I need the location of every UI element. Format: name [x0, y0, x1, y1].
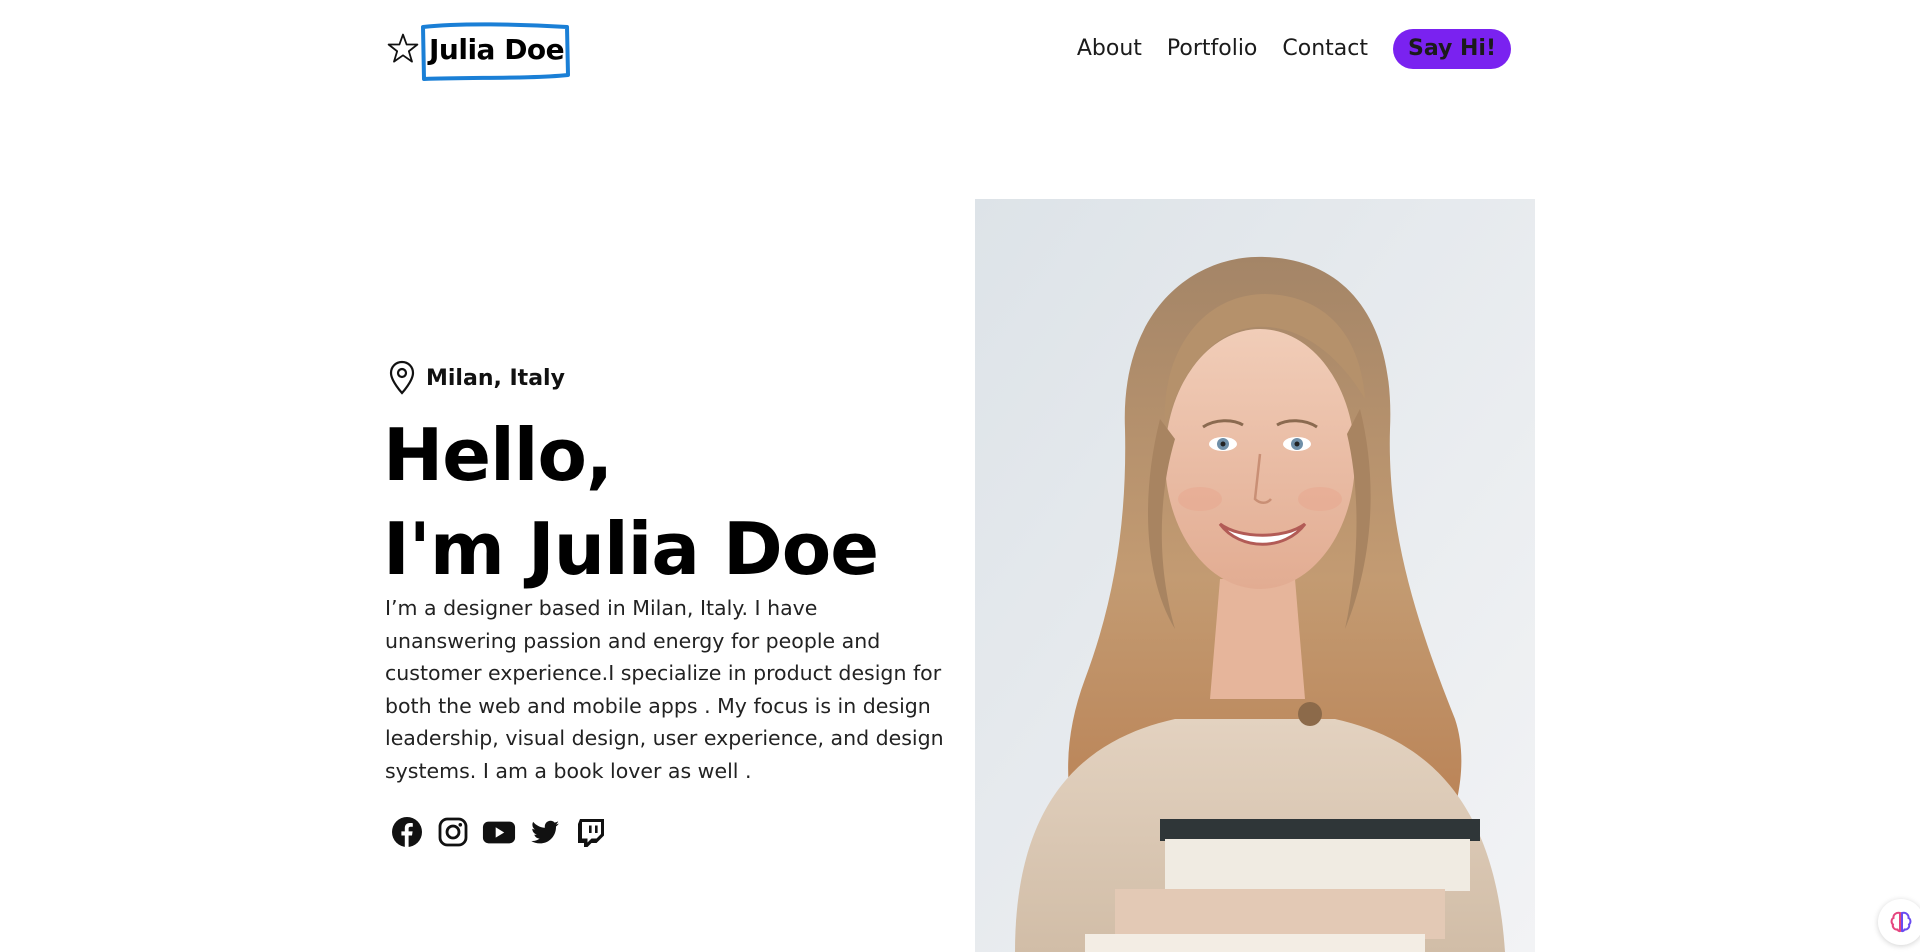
twitter-link[interactable]	[528, 815, 562, 849]
say-hi-button[interactable]: Say Hi!	[1393, 29, 1511, 69]
facebook-link[interactable]	[390, 815, 424, 849]
youtube-link[interactable]	[482, 815, 516, 849]
name-line: I'm Julia Doe	[383, 507, 879, 591]
location: Milan, Italy	[388, 360, 565, 396]
star-icon	[387, 33, 419, 63]
nav-about[interactable]: About	[1077, 29, 1142, 69]
twitch-link[interactable]	[574, 815, 608, 849]
logo[interactable]: Julia Doe	[385, 20, 570, 81]
facebook-icon	[392, 817, 422, 847]
twitter-icon	[531, 820, 559, 844]
portrait-illustration	[975, 199, 1535, 952]
assistant-widget-button[interactable]	[1878, 899, 1920, 945]
hero-headline: Hello, I'm Julia Doe	[383, 408, 879, 596]
site-header: Julia Doe About Portfolio Contact Say Hi…	[0, 0, 1920, 100]
logo-frame: Julia Doe	[421, 21, 570, 81]
nav-contact[interactable]: Contact	[1282, 29, 1368, 69]
brain-icon	[1890, 911, 1912, 933]
greeting: Hello,	[383, 413, 613, 497]
portrait-photo	[975, 199, 1535, 952]
instagram-link[interactable]	[436, 815, 470, 849]
twitch-icon	[578, 819, 604, 847]
instagram-icon	[438, 817, 468, 847]
map-pin-icon	[389, 360, 415, 395]
social-links	[390, 815, 620, 849]
nav-portfolio[interactable]: Portfolio	[1167, 29, 1258, 69]
youtube-icon	[482, 821, 516, 844]
location-text: Milan, Italy	[426, 365, 565, 391]
logo-text: Julia Doe	[429, 32, 565, 66]
main-nav: About Portfolio Contact Say Hi!	[1077, 29, 1511, 69]
bio-text: I’m a designer based in Milan, Italy. I …	[385, 596, 944, 783]
